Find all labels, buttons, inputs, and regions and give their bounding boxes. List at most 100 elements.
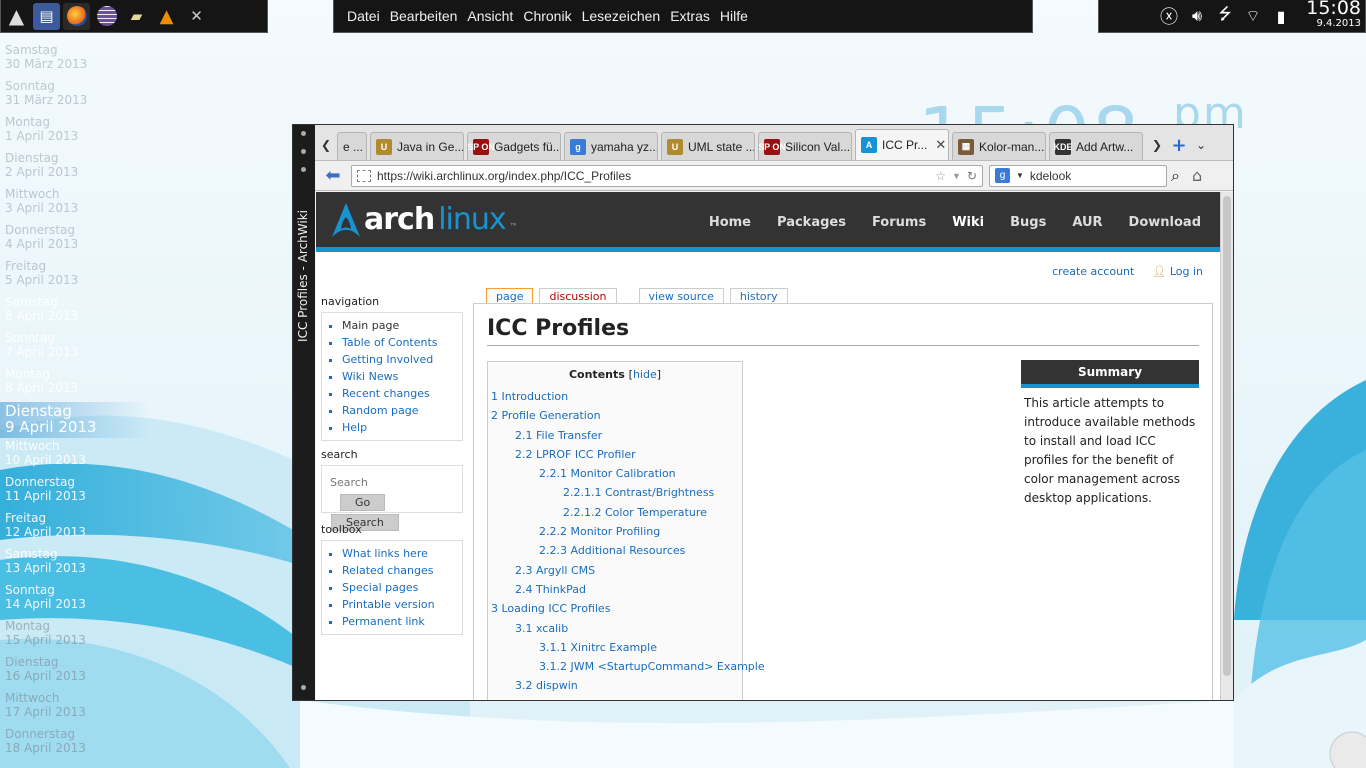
bookmark-star-icon[interactable]: ☆ bbox=[935, 169, 946, 183]
vlc-icon[interactable]: ▲ bbox=[153, 3, 180, 30]
tools-icon[interactable]: ✕ bbox=[183, 3, 210, 30]
battery-icon[interactable]: ▮ bbox=[1271, 7, 1291, 26]
calendar-day[interactable]: Montag 1 April 2013 bbox=[5, 114, 145, 150]
toolbox-link[interactable]: Related changes bbox=[342, 562, 456, 579]
nav-link[interactable]: Random page bbox=[342, 402, 456, 419]
menu-bearbeiten[interactable]: Bearbeiten bbox=[390, 8, 458, 24]
search-engine-dropdown-icon[interactable]: ▼ bbox=[1016, 171, 1024, 180]
reload-icon[interactable]: ↻ bbox=[967, 169, 977, 183]
toolbox-link[interactable]: What links here bbox=[342, 545, 456, 562]
menu-chronik[interactable]: Chronik bbox=[523, 8, 571, 24]
page-scrollbar[interactable] bbox=[1220, 192, 1233, 700]
toc-item[interactable]: 2.2.3 Additional Resources bbox=[488, 541, 742, 560]
scrollbar-thumb[interactable] bbox=[1223, 196, 1231, 676]
calendar-day[interactable]: Samstag 30 März 2013 bbox=[5, 42, 145, 78]
calendar-day[interactable]: Sonntag 31 März 2013 bbox=[5, 78, 145, 114]
folder-icon[interactable]: ▰ bbox=[123, 3, 150, 30]
url-bar[interactable]: https://wiki.archlinux.org/index.php/ICC… bbox=[351, 164, 983, 187]
window-titlebar[interactable]: ICC Profiles - ArchWiki bbox=[293, 125, 315, 700]
nav-wiki[interactable]: Wiki bbox=[952, 215, 984, 230]
toc-hide[interactable]: [hide] bbox=[629, 368, 661, 381]
calendar-day[interactable]: Freitag 12 April 2013 bbox=[5, 510, 145, 546]
go-button[interactable]: Go bbox=[340, 494, 386, 511]
toolbox-link[interactable]: Permanent link bbox=[342, 613, 456, 630]
clock[interactable]: 15:08 9.4.2013 bbox=[1306, 0, 1361, 29]
toc-item[interactable]: 3.1.2 JWM <StartupCommand> Example bbox=[488, 657, 765, 676]
nav-aur[interactable]: AUR bbox=[1072, 215, 1102, 230]
nav-link[interactable]: Getting Involved bbox=[342, 351, 456, 368]
toolbox-link[interactable]: Printable version bbox=[342, 596, 456, 613]
calendar-day[interactable]: Montag 15 April 2013 bbox=[5, 618, 145, 654]
tabs-scroll-right-icon[interactable]: ❯ bbox=[1146, 130, 1168, 160]
search-bar[interactable]: g ▼ kdelook bbox=[989, 164, 1167, 187]
calendar-day[interactable]: Mittwoch 10 April 2013 bbox=[5, 438, 145, 474]
tab[interactable]: g yamaha yz... bbox=[564, 132, 658, 160]
google-icon[interactable]: g bbox=[995, 168, 1010, 183]
tab[interactable]: KDE Add Artw... bbox=[1049, 132, 1143, 160]
toc-item[interactable]: 3 Loading ICC Profiles bbox=[488, 599, 742, 618]
home-icon[interactable]: ⌂ bbox=[1192, 166, 1202, 185]
tab-active[interactable]: A ICC Pr... ✕ bbox=[855, 129, 949, 160]
toc-hide-link[interactable]: hide bbox=[633, 368, 657, 381]
toc-item[interactable]: 2.2.1.1 Contrast/Brightness bbox=[488, 483, 742, 502]
toolbox-link[interactable]: Special pages bbox=[342, 579, 456, 596]
calendar-day[interactable]: Montag 8 April 2013 bbox=[5, 366, 145, 402]
nav-link[interactable]: Recent changes bbox=[342, 385, 456, 402]
nav-bugs[interactable]: Bugs bbox=[1010, 215, 1046, 230]
firefox-icon[interactable] bbox=[63, 2, 90, 30]
calendar-day[interactable]: Samstag 13 April 2013 bbox=[5, 546, 145, 582]
toc-item[interactable]: 3.2.1 Xinitrc Example bbox=[488, 696, 742, 700]
menu-datei[interactable]: Datei bbox=[347, 8, 380, 24]
tab-history[interactable]: history bbox=[729, 288, 788, 304]
toc-item[interactable]: 2.2.1 Monitor Calibration bbox=[488, 464, 742, 483]
dropdown-icon[interactable]: ▼ bbox=[952, 171, 961, 181]
toc-item[interactable]: 2.2.1.2 Color Temperature bbox=[488, 503, 742, 522]
nav-home[interactable]: Home bbox=[709, 215, 751, 230]
new-tab-icon[interactable]: + bbox=[1168, 130, 1190, 160]
file-manager-icon[interactable]: ▤ bbox=[33, 2, 60, 30]
calendar-day[interactable]: Mittwoch 17 April 2013 bbox=[5, 690, 145, 726]
toc-item[interactable]: 3.1 xcalib bbox=[488, 619, 742, 638]
toc-item[interactable]: 2.4 ThinkPad bbox=[488, 580, 742, 599]
menu-lesezeichen[interactable]: Lesezeichen bbox=[582, 8, 661, 24]
search-icon[interactable]: ⌕ bbox=[1171, 166, 1180, 186]
tab[interactable]: U UML state ... bbox=[661, 132, 755, 160]
menu-extras[interactable]: Extras bbox=[670, 8, 710, 24]
nav-forums[interactable]: Forums bbox=[872, 215, 926, 230]
wifi-icon[interactable]: ⌔ bbox=[1243, 6, 1263, 26]
eclipse-icon[interactable] bbox=[93, 3, 120, 30]
calendar-day[interactable]: Sonntag 14 April 2013 bbox=[5, 582, 145, 618]
tab[interactable]: SP ON Silicon Val... bbox=[758, 132, 852, 160]
calendar-day[interactable]: Donnerstag 18 April 2013 bbox=[5, 726, 145, 762]
toc-item[interactable]: 2.3 Argyll CMS bbox=[488, 561, 742, 580]
login-link[interactable]: 👤︎ Log in bbox=[1152, 265, 1203, 278]
close-notification-icon[interactable]: ⓧ bbox=[1159, 3, 1179, 29]
arch-logo-icon[interactable]: ▲ bbox=[3, 3, 30, 30]
nav-link[interactable]: Help bbox=[342, 419, 456, 436]
nav-packages[interactable]: Packages bbox=[777, 215, 846, 230]
tab-view-source[interactable]: view source bbox=[638, 288, 724, 304]
tab-close-icon[interactable]: ✕ bbox=[935, 137, 946, 153]
archlinux-logo[interactable]: arch linux ™ bbox=[332, 202, 518, 237]
toc-item[interactable]: 3.1.1 Xinitrc Example bbox=[488, 638, 742, 657]
create-account-link[interactable]: create account bbox=[1052, 265, 1134, 278]
tab[interactable]: U Java in Ge... bbox=[370, 132, 464, 160]
toc-item[interactable]: 1 Introduction bbox=[488, 387, 742, 406]
tab-page[interactable]: page bbox=[486, 288, 534, 304]
wiki-search-input[interactable]: Search bbox=[328, 472, 456, 491]
volume-icon[interactable]: 🔊︎ bbox=[1187, 6, 1207, 26]
tabs-scroll-left-icon[interactable]: ❮ bbox=[315, 130, 337, 160]
toc-item[interactable]: 2.1 File Transfer bbox=[488, 426, 742, 445]
tab[interactable]: e ... bbox=[337, 132, 367, 160]
usb-icon[interactable]: ⭍ bbox=[1215, 3, 1235, 30]
toc-item[interactable]: 2.2 LPROF ICC Profiler bbox=[488, 445, 742, 464]
toc-item[interactable]: 2 Profile Generation bbox=[488, 406, 742, 425]
calendar-day[interactable]: Freitag 5 April 2013 bbox=[5, 258, 145, 294]
menu-ansicht[interactable]: Ansicht bbox=[467, 8, 513, 24]
nav-link[interactable]: Main page bbox=[342, 317, 456, 334]
back-icon[interactable]: ⬅ bbox=[321, 165, 345, 186]
tab[interactable]: SP ON Gadgets fü... bbox=[467, 132, 561, 160]
nav-download[interactable]: Download bbox=[1129, 215, 1201, 230]
calendar-day[interactable]: Donnerstag 4 April 2013 bbox=[5, 222, 145, 258]
nav-link[interactable]: Wiki News bbox=[342, 368, 456, 385]
